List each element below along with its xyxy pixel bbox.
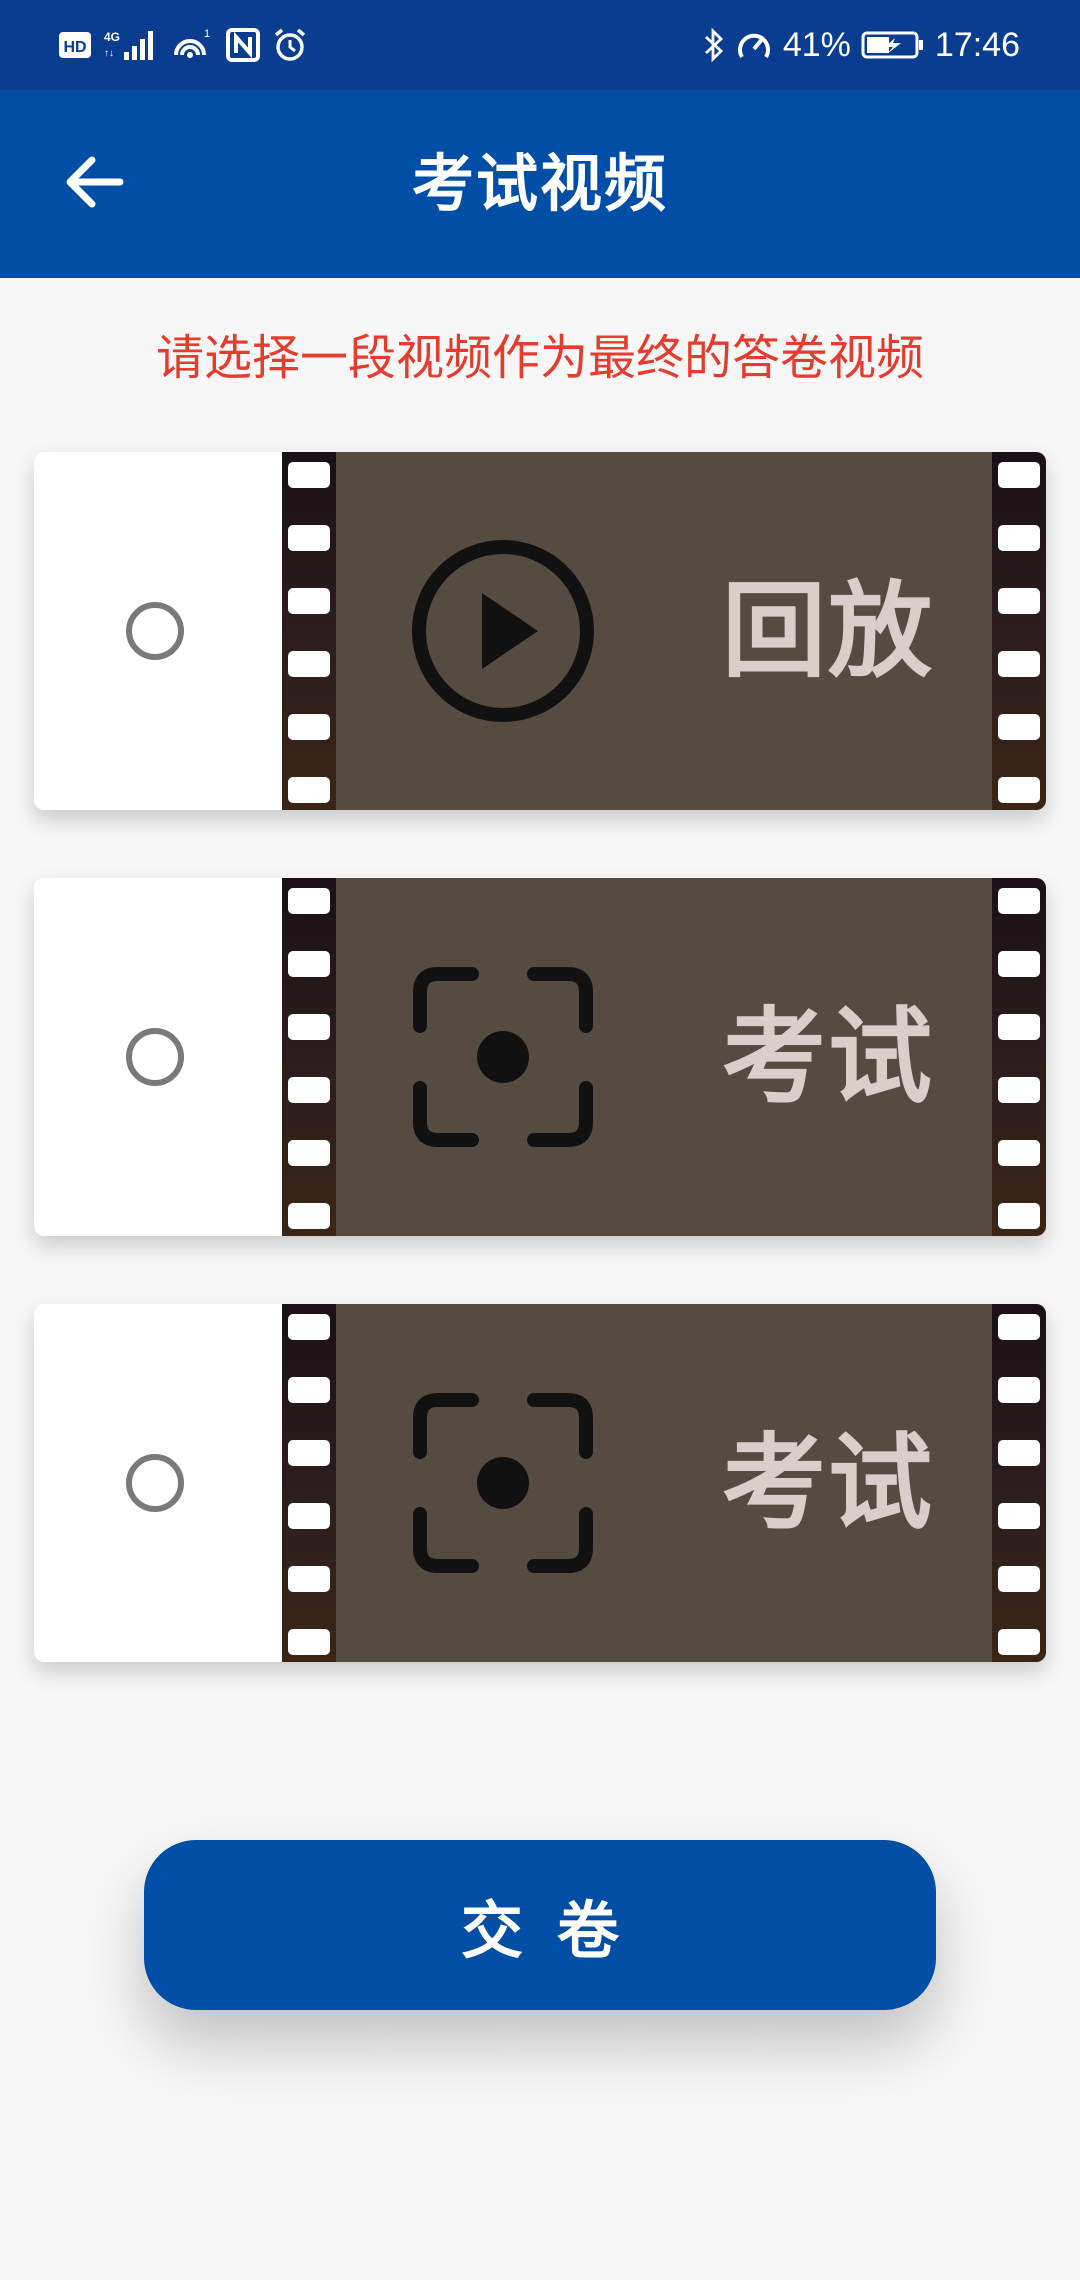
- radio-button[interactable]: [126, 1454, 184, 1512]
- film-strip-right: [992, 878, 1046, 1236]
- video-label: 回放: [722, 569, 935, 692]
- camera-focus-icon: [410, 1390, 596, 1576]
- svg-text:HD: HD: [63, 39, 86, 56]
- film-strip-right: [992, 452, 1046, 810]
- alarm-icon: [272, 27, 308, 63]
- video-label: 考试: [722, 995, 935, 1118]
- status-bar: HD 4G ↑↓ 1 41% 17:46: [0, 0, 1080, 90]
- nfc-icon: [226, 28, 260, 62]
- video-thumbnail[interactable]: 考试: [282, 1304, 1046, 1662]
- app-bar: 考试视频: [0, 90, 1080, 278]
- film-strip-left: [282, 878, 336, 1236]
- radio-button[interactable]: [126, 1028, 184, 1086]
- hd-icon: HD: [58, 30, 92, 60]
- video-thumbnail[interactable]: 回放: [282, 452, 1046, 810]
- status-right-icons: 41% 17:46: [703, 0, 1020, 90]
- status-left-icons: HD 4G ↑↓ 1: [58, 0, 308, 90]
- svg-text:1: 1: [204, 28, 210, 40]
- submit-button[interactable]: 交卷: [144, 1840, 936, 2010]
- video-option-2[interactable]: 考试: [34, 878, 1046, 1236]
- film-strip-left: [282, 1304, 336, 1662]
- film-strip-right: [992, 1304, 1046, 1662]
- battery-icon: [861, 30, 925, 60]
- film-strip-left: [282, 452, 336, 810]
- speedometer-icon: [735, 27, 773, 63]
- svg-text:4G: 4G: [104, 30, 120, 44]
- video-label: 考试: [722, 1421, 935, 1544]
- page-title: 考试视频: [411, 147, 668, 220]
- play-circle-icon: [410, 538, 596, 724]
- clock: 17:46: [934, 25, 1020, 64]
- battery-percent: 41%: [782, 25, 851, 64]
- instruction-text: 请选择一段视频作为最终的答卷视频: [155, 330, 924, 386]
- radio-button[interactable]: [126, 602, 184, 660]
- bluetooth-icon: [703, 27, 725, 63]
- svg-text:↑↓: ↑↓: [104, 48, 114, 59]
- video-option-3[interactable]: 考试: [34, 1304, 1046, 1662]
- camera-focus-icon: [410, 964, 596, 1150]
- signal-4g-icon: 4G ↑↓: [104, 28, 158, 62]
- video-thumbnail[interactable]: 考试: [282, 878, 1046, 1236]
- hotspot-icon: 1: [170, 27, 214, 63]
- video-option-1[interactable]: 回放: [34, 452, 1046, 810]
